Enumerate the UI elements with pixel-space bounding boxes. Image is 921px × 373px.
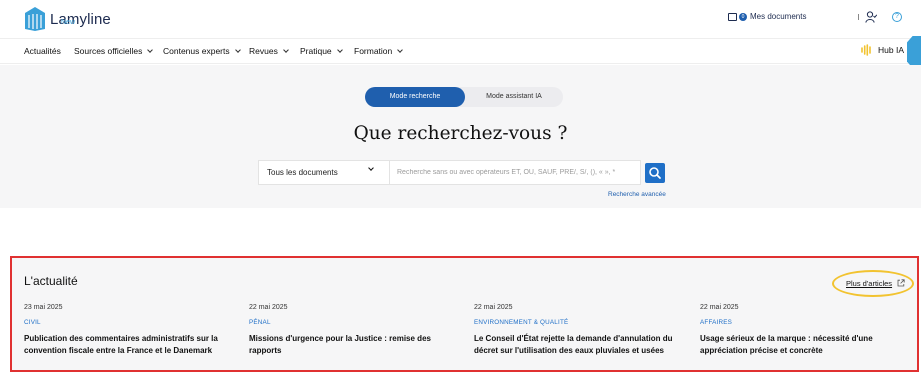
nav-item-label: Formation (354, 46, 393, 56)
article-title[interactable]: Usage sérieux de la marque : nécessité d… (700, 333, 915, 357)
news-article[interactable]: 22 mai 2025 AFFAIRES Usage sérieux de la… (700, 304, 915, 357)
chevron-down-icon (397, 46, 404, 53)
article-date: 23 mai 2025 (24, 304, 63, 311)
chevron-down-icon (336, 46, 343, 53)
header-separator (858, 14, 859, 20)
hub-ia-link[interactable]: Hub IA (860, 44, 904, 56)
news-section: L'actualité Plus d'articles 23 mai 2025 … (10, 256, 919, 372)
article-category[interactable]: ENVIRONNEMENT & QUALITÉ (474, 319, 689, 326)
nav-item-actualites[interactable]: Actualités (24, 46, 61, 56)
chevron-down-icon (147, 46, 154, 53)
search-icon (649, 167, 661, 179)
mode-recherche-button[interactable]: Mode recherche (365, 87, 465, 107)
hub-ia-icon (861, 44, 871, 56)
documents-count-badge: 0 (739, 12, 747, 21)
chevron-down-icon (368, 165, 374, 171)
logo-sub: New (61, 19, 76, 26)
search-input[interactable] (397, 161, 637, 184)
news-article[interactable]: 22 mai 2025 ENVIRONNEMENT & QUALITÉ Le C… (474, 304, 689, 357)
nav-item-revues[interactable]: Revues (249, 46, 289, 56)
top-header: Lamyline New 0 Mes documents ? (0, 0, 921, 38)
my-documents-link[interactable]: 0 Mes documents (728, 12, 806, 21)
nav-item-label: Revues (249, 46, 278, 56)
nav-item-contenus-experts[interactable]: Contenus experts (163, 46, 241, 56)
search-question-heading: Que recherchez-vous ? (353, 123, 568, 144)
my-documents-label: Mes documents (750, 12, 807, 21)
article-date: 22 mai 2025 (249, 304, 288, 311)
side-panel-tab[interactable] (907, 36, 921, 68)
user-icon[interactable] (865, 11, 877, 23)
main-nav: Actualités Sources officielles Contenus … (0, 38, 921, 64)
article-title[interactable]: Publication des commentaires administrat… (24, 333, 239, 357)
news-heading: L'actualité (24, 274, 78, 288)
more-articles-link[interactable]: Plus d'articles (846, 279, 892, 288)
chevron-down-icon (282, 46, 289, 53)
nav-item-formation[interactable]: Formation (354, 46, 404, 56)
search-bar: Tous les documents (258, 160, 641, 185)
logo-text: Lamyline (50, 11, 111, 28)
more-articles-highlight: Plus d'articles (832, 270, 914, 297)
nav-item-label: Contenus experts (163, 46, 230, 56)
news-article[interactable]: 22 mai 2025 PÉNAL Missions d'urgence pou… (249, 304, 464, 357)
nav-item-pratique[interactable]: Pratique (300, 46, 343, 56)
nav-item-label: Actualités (24, 46, 61, 56)
article-title[interactable]: Missions d'urgence pour la Justice : rem… (249, 333, 464, 357)
search-hero: Mode recherche Mode assistant IA Que rec… (0, 65, 921, 208)
article-date: 22 mai 2025 (700, 304, 739, 311)
logo-mark-icon (25, 7, 45, 31)
document-scope-select[interactable]: Tous les documents (259, 161, 390, 184)
search-button[interactable] (645, 163, 665, 183)
folder-icon (728, 12, 737, 21)
mode-assistant-ia-button[interactable]: Mode assistant IA (465, 87, 563, 107)
external-link-icon[interactable] (897, 279, 905, 287)
nav-item-label: Pratique (300, 46, 332, 56)
nav-item-label: Sources officielles (74, 46, 143, 56)
hub-ia-label: Hub IA (878, 45, 904, 55)
article-category[interactable]: PÉNAL (249, 319, 464, 326)
nav-item-sources-officielles[interactable]: Sources officielles (74, 46, 154, 56)
help-icon[interactable]: ? (892, 12, 902, 22)
article-category[interactable]: CIVIL (24, 319, 239, 326)
mode-switch: Mode recherche Mode assistant IA (365, 87, 563, 107)
article-category[interactable]: AFFAIRES (700, 319, 915, 326)
document-scope-value: Tous les documents (267, 168, 338, 177)
news-article[interactable]: 23 mai 2025 CIVIL Publication des commen… (24, 304, 239, 357)
article-date: 22 mai 2025 (474, 304, 513, 311)
chevron-down-icon (234, 46, 241, 53)
advanced-search-link[interactable]: Recherche avancée (608, 191, 666, 198)
article-title[interactable]: Le Conseil d'État rejette la demande d'a… (474, 333, 689, 357)
